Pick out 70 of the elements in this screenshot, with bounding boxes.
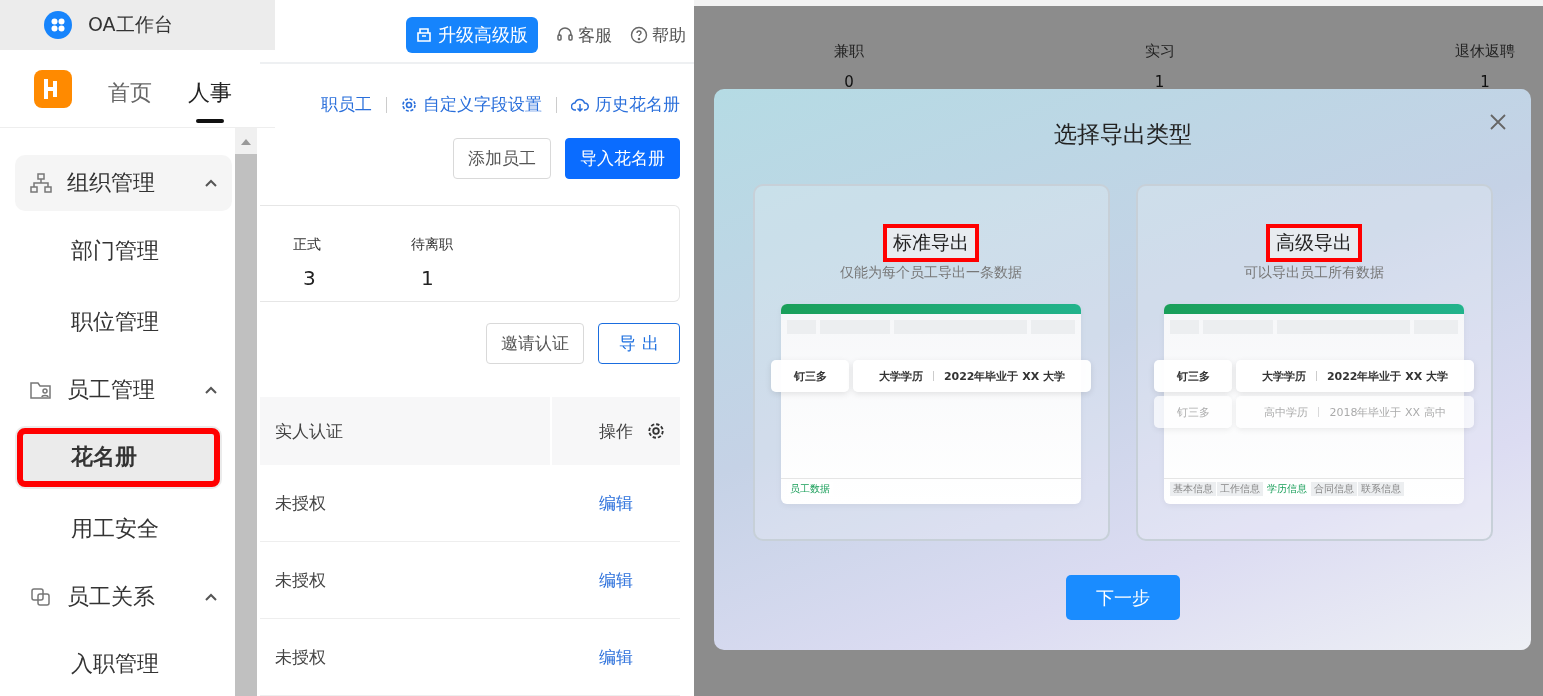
nav-item[interactable]: 入职管理	[15, 632, 222, 696]
toolbar-link[interactable]: 自定义字段设置	[401, 93, 542, 117]
name-chip: 钉三多	[771, 360, 849, 392]
sheet-tab: 联系信息	[1358, 482, 1404, 496]
education-chip: 高中学历 2018年毕业于 XX 高中	[1236, 396, 1474, 428]
education-chip: 大学学历 2022年毕业于 XX 大学	[853, 360, 1091, 392]
sheet-tab: 基本信息	[1170, 482, 1216, 496]
edit-link[interactable]: 编辑	[599, 491, 633, 515]
sheet-tab: 合同信息	[1311, 482, 1357, 496]
chevron-up-icon	[204, 384, 218, 395]
stat-label: 实习	[1144, 42, 1175, 61]
column-header: 实人认证	[275, 419, 343, 443]
stat-value: 1	[1154, 75, 1165, 90]
chevron-up-icon	[204, 591, 218, 602]
brand-logo-icon	[34, 69, 72, 108]
name-chip: 钉三多	[1154, 360, 1232, 392]
scroll-up-icon[interactable]	[241, 137, 251, 145]
settings-icon	[401, 96, 417, 113]
nav-tab[interactable]: 首页	[108, 57, 152, 127]
option-title: 标准导出	[883, 224, 979, 262]
stat-value: 1	[1480, 75, 1490, 90]
stat-label: 待离职	[411, 236, 453, 255]
nav-item[interactable]: 花名册	[15, 425, 222, 490]
stat-label: 正式	[293, 236, 321, 255]
sheet-tab: 工作信息	[1217, 482, 1263, 496]
stat-label: 兼职	[834, 42, 864, 61]
dialog-title: 选择导出类型	[1053, 120, 1192, 149]
sheet-tab: 员工数据	[787, 482, 833, 496]
settings-icon[interactable]	[647, 422, 665, 440]
nav-item[interactable]: 用工安全	[15, 497, 222, 561]
toolbar-link[interactable]: 历史花名册	[571, 93, 680, 117]
table-cell: 未授权	[275, 568, 326, 592]
nav-item[interactable]: 部门管理	[15, 218, 222, 283]
table-cell: 未授权	[275, 491, 326, 515]
nav-item[interactable]: 职位管理	[15, 290, 222, 354]
edit-link[interactable]: 编辑	[599, 568, 633, 592]
table-action-button[interactable]: 导 出	[598, 323, 680, 364]
stat-value: 0	[844, 75, 854, 90]
shop-icon	[416, 27, 432, 44]
education-chip: 大学学历 2022年毕业于 XX 大学	[1236, 360, 1474, 392]
nav-tab[interactable]: 人事	[188, 57, 232, 127]
sheet-tab: 学历信息	[1264, 482, 1310, 496]
stat-label: 退休返聘	[1455, 42, 1515, 61]
table-action-button[interactable]: 邀请认证	[486, 323, 584, 364]
nav-group[interactable]: 员工管理	[15, 361, 232, 418]
option-description: 可以导出员工所有数据	[1244, 264, 1384, 282]
option-title: 高级导出	[1266, 224, 1362, 262]
stat-value: 3	[302, 266, 317, 291]
app-tab-title: OA工作台	[88, 12, 173, 37]
chevron-up-icon	[204, 177, 218, 188]
header-link[interactable]: 帮助	[630, 23, 686, 47]
app-logo-icon	[44, 11, 72, 39]
nav-group[interactable]: 组织管理	[15, 155, 232, 211]
nav-group[interactable]: 员工关系	[15, 568, 232, 625]
action-button[interactable]: 导入花名册	[565, 138, 680, 180]
header-link[interactable]: 客服	[556, 23, 612, 47]
scrollbar[interactable]	[235, 128, 257, 696]
upgrade-button[interactable]: 升级高级版	[406, 17, 538, 54]
edit-link[interactable]: 编辑	[599, 645, 633, 669]
column-header: 操作	[599, 419, 633, 443]
help-icon	[630, 26, 648, 45]
copy-icon	[29, 585, 53, 608]
option-description: 仅能为每个员工导出一条数据	[840, 264, 1022, 282]
org-chart-icon	[29, 171, 53, 194]
action-button[interactable]: 添加员工	[453, 138, 551, 180]
export-option-card[interactable]: 标准导出 仅能为每个员工导出一条数据 钉三多 大学学历 2022年毕业于 XX 大学 员工数据	[752, 184, 1110, 541]
toolbar-link[interactable]: 职员工	[321, 93, 372, 117]
stat-value: 1	[420, 266, 435, 291]
cloud-download-icon	[571, 96, 589, 113]
table-cell: 未授权	[275, 645, 326, 669]
